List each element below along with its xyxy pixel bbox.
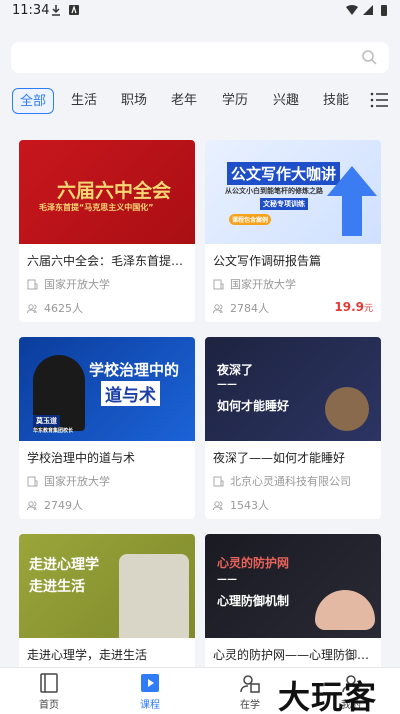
course-thumbnail: 公文写作大咖讲 从公文小白到能笔杆的修炼之路 文秘专项训练 课程包含案例: [205, 140, 381, 244]
teddy-bear-image: [325, 387, 369, 431]
system-icons: [346, 4, 390, 16]
watermark: 大玩客: [278, 678, 378, 714]
status-bar: 11:34: [0, 0, 400, 22]
users-icon: [27, 303, 37, 313]
play-icon: [141, 674, 159, 692]
hand-illustration: [315, 590, 375, 630]
course-thumbnail: 心灵的防护网 —— 心理防御机制: [205, 534, 381, 638]
course-title: 公文写作调研报告篇: [213, 254, 322, 268]
building-icon: [27, 476, 38, 486]
course-thumbnail: 六届六中全会 毛泽东首提“马克思主义中国化”: [19, 140, 195, 244]
course-card[interactable]: 学校治理中的 道与术 莫玉道 华东教育集团校长 学校治理中的道与术 国家开放大学…: [19, 337, 195, 519]
tab-elderly[interactable]: 老年: [164, 88, 204, 114]
course-org: 国家开放大学: [27, 276, 110, 292]
course-card[interactable]: 公文写作大咖讲 从公文小白到能笔杆的修炼之路 文秘专项训练 课程包含案例 公文写…: [205, 140, 381, 322]
course-title: 走进心理学，走进生活: [27, 648, 148, 662]
tab-interest[interactable]: 兴趣: [266, 88, 306, 114]
category-menu-icon[interactable]: [370, 91, 388, 109]
building-icon: [213, 476, 224, 486]
tab-all[interactable]: 全部: [12, 88, 54, 114]
app-icon: [69, 5, 79, 15]
course-learners: 1543人: [213, 497, 269, 513]
category-tabs: 全部 生活 职场 老年 学历 兴趣 技能: [12, 88, 388, 114]
tab-skills[interactable]: 技能: [316, 88, 356, 114]
notification-icons: [50, 4, 80, 16]
course-thumbnail: 走进心理学 走进生活: [19, 534, 195, 638]
nav-studying[interactable]: 在学: [215, 672, 285, 711]
users-icon: [27, 500, 37, 510]
building-icon: [27, 279, 38, 289]
course-learners: 4625人: [27, 300, 83, 316]
course-org: 国家开放大学: [213, 276, 296, 292]
tab-education[interactable]: 学历: [215, 88, 255, 114]
course-title: 夜深了——如何才能睡好: [213, 451, 346, 465]
course-title: 心灵的防护网——心理防御机制: [213, 648, 373, 662]
course-thumbnail: 学校治理中的 道与术 莫玉道 华东教育集团校长: [19, 337, 195, 441]
download-icon: [52, 5, 60, 16]
users-icon: [213, 303, 223, 313]
nav-home[interactable]: 首页: [14, 672, 84, 711]
battery-icon: [381, 5, 387, 16]
family-photo: [119, 554, 189, 638]
search-bar[interactable]: [11, 42, 389, 73]
course-learners: 2784人: [213, 300, 269, 316]
study-icon: [240, 675, 260, 693]
course-card[interactable]: 夜深了 —— 如何才能睡好 夜深了——如何才能睡好 北京心灵通科技有限公司 15…: [205, 337, 381, 519]
users-icon: [213, 500, 223, 510]
tab-workplace[interactable]: 职场: [114, 88, 154, 114]
course-org: 国家开放大学: [27, 473, 110, 489]
course-learners: 2749人: [27, 497, 83, 513]
search-icon[interactable]: [361, 49, 377, 65]
status-time: 11:34: [12, 3, 50, 18]
course-thumbnail: 夜深了 —— 如何才能睡好: [205, 337, 381, 441]
book-icon: [40, 673, 58, 693]
course-card[interactable]: 六届六中全会 毛泽东首提“马克思主义中国化” 六届六中全会：毛泽东首提“... …: [19, 140, 195, 322]
course-org: 北京心灵通科技有限公司: [213, 473, 351, 489]
signal-icon: [363, 5, 373, 15]
course-price: 19.9元: [334, 300, 373, 314]
course-title: 六届六中全会：毛泽东首提“...: [27, 254, 187, 268]
wifi-icon: [346, 5, 358, 15]
arrow-up-icon: [327, 166, 377, 236]
building-icon: [213, 279, 224, 289]
course-title: 学校治理中的道与术: [27, 451, 136, 465]
tab-life[interactable]: 生活: [64, 88, 104, 114]
nav-courses[interactable]: 课程: [115, 672, 185, 711]
